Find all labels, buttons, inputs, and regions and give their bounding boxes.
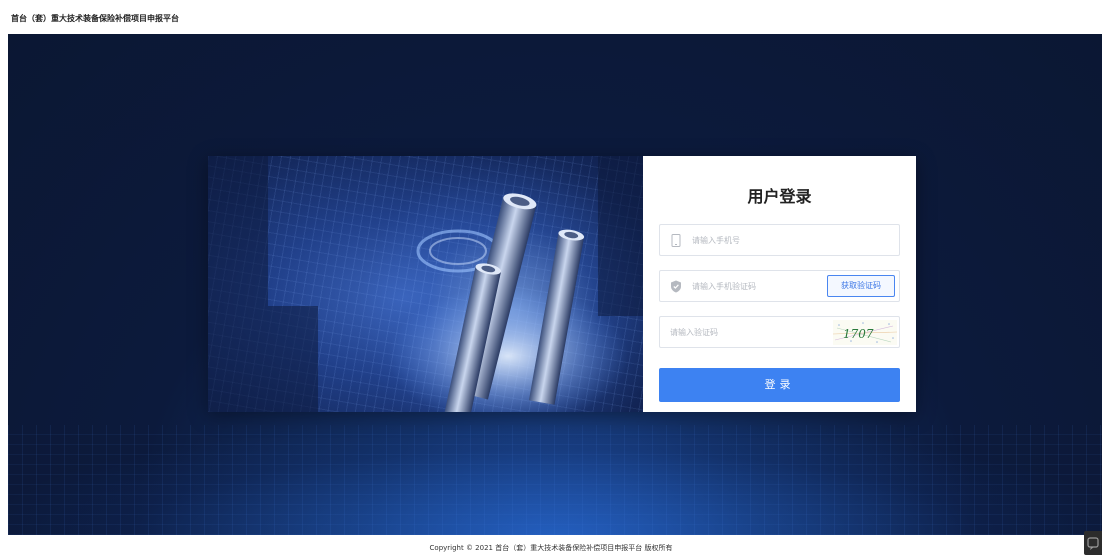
mobile-phone-icon (671, 234, 681, 247)
top-bar: 首台（套）重大技术装备保险补偿项目申报平台 (0, 0, 1102, 34)
copyright-text: Copyright © 2021 首台（套）重大技术装备保险补偿项目申报平台 版… (429, 544, 673, 552)
get-sms-code-button[interactable]: 获取验证码 (827, 275, 895, 297)
banner-image (208, 156, 643, 412)
captcha-text: 1707 (843, 327, 874, 341)
login-title: 用户登录 (747, 187, 812, 206)
login-button[interactable]: 登录 (659, 368, 900, 402)
sms-code-field[interactable]: 获取验证码 (659, 270, 900, 302)
shield-icon (671, 280, 681, 293)
tech-cylinders-illustration (208, 156, 643, 412)
login-form: 用户登录 获取验证码 (643, 156, 916, 412)
login-card: 用户登录 获取验证码 (208, 156, 916, 412)
captcha-field[interactable]: 1707 (659, 316, 900, 348)
phone-input[interactable] (692, 225, 892, 255)
hero-floor-grid (8, 425, 1102, 535)
sms-code-input[interactable] (692, 271, 822, 301)
captcha-image[interactable]: 1707 (833, 320, 897, 345)
captcha-input[interactable] (670, 317, 820, 347)
footer: Copyright © 2021 首台（套）重大技术装备保险补偿项目申报平台 版… (0, 535, 1102, 557)
site-title: 首台（套）重大技术装备保险补偿项目申报平台 (11, 14, 179, 23)
phone-field[interactable] (659, 224, 900, 256)
chat-widget-icon[interactable] (1084, 531, 1102, 555)
hero-background: 用户登录 获取验证码 (8, 34, 1102, 535)
